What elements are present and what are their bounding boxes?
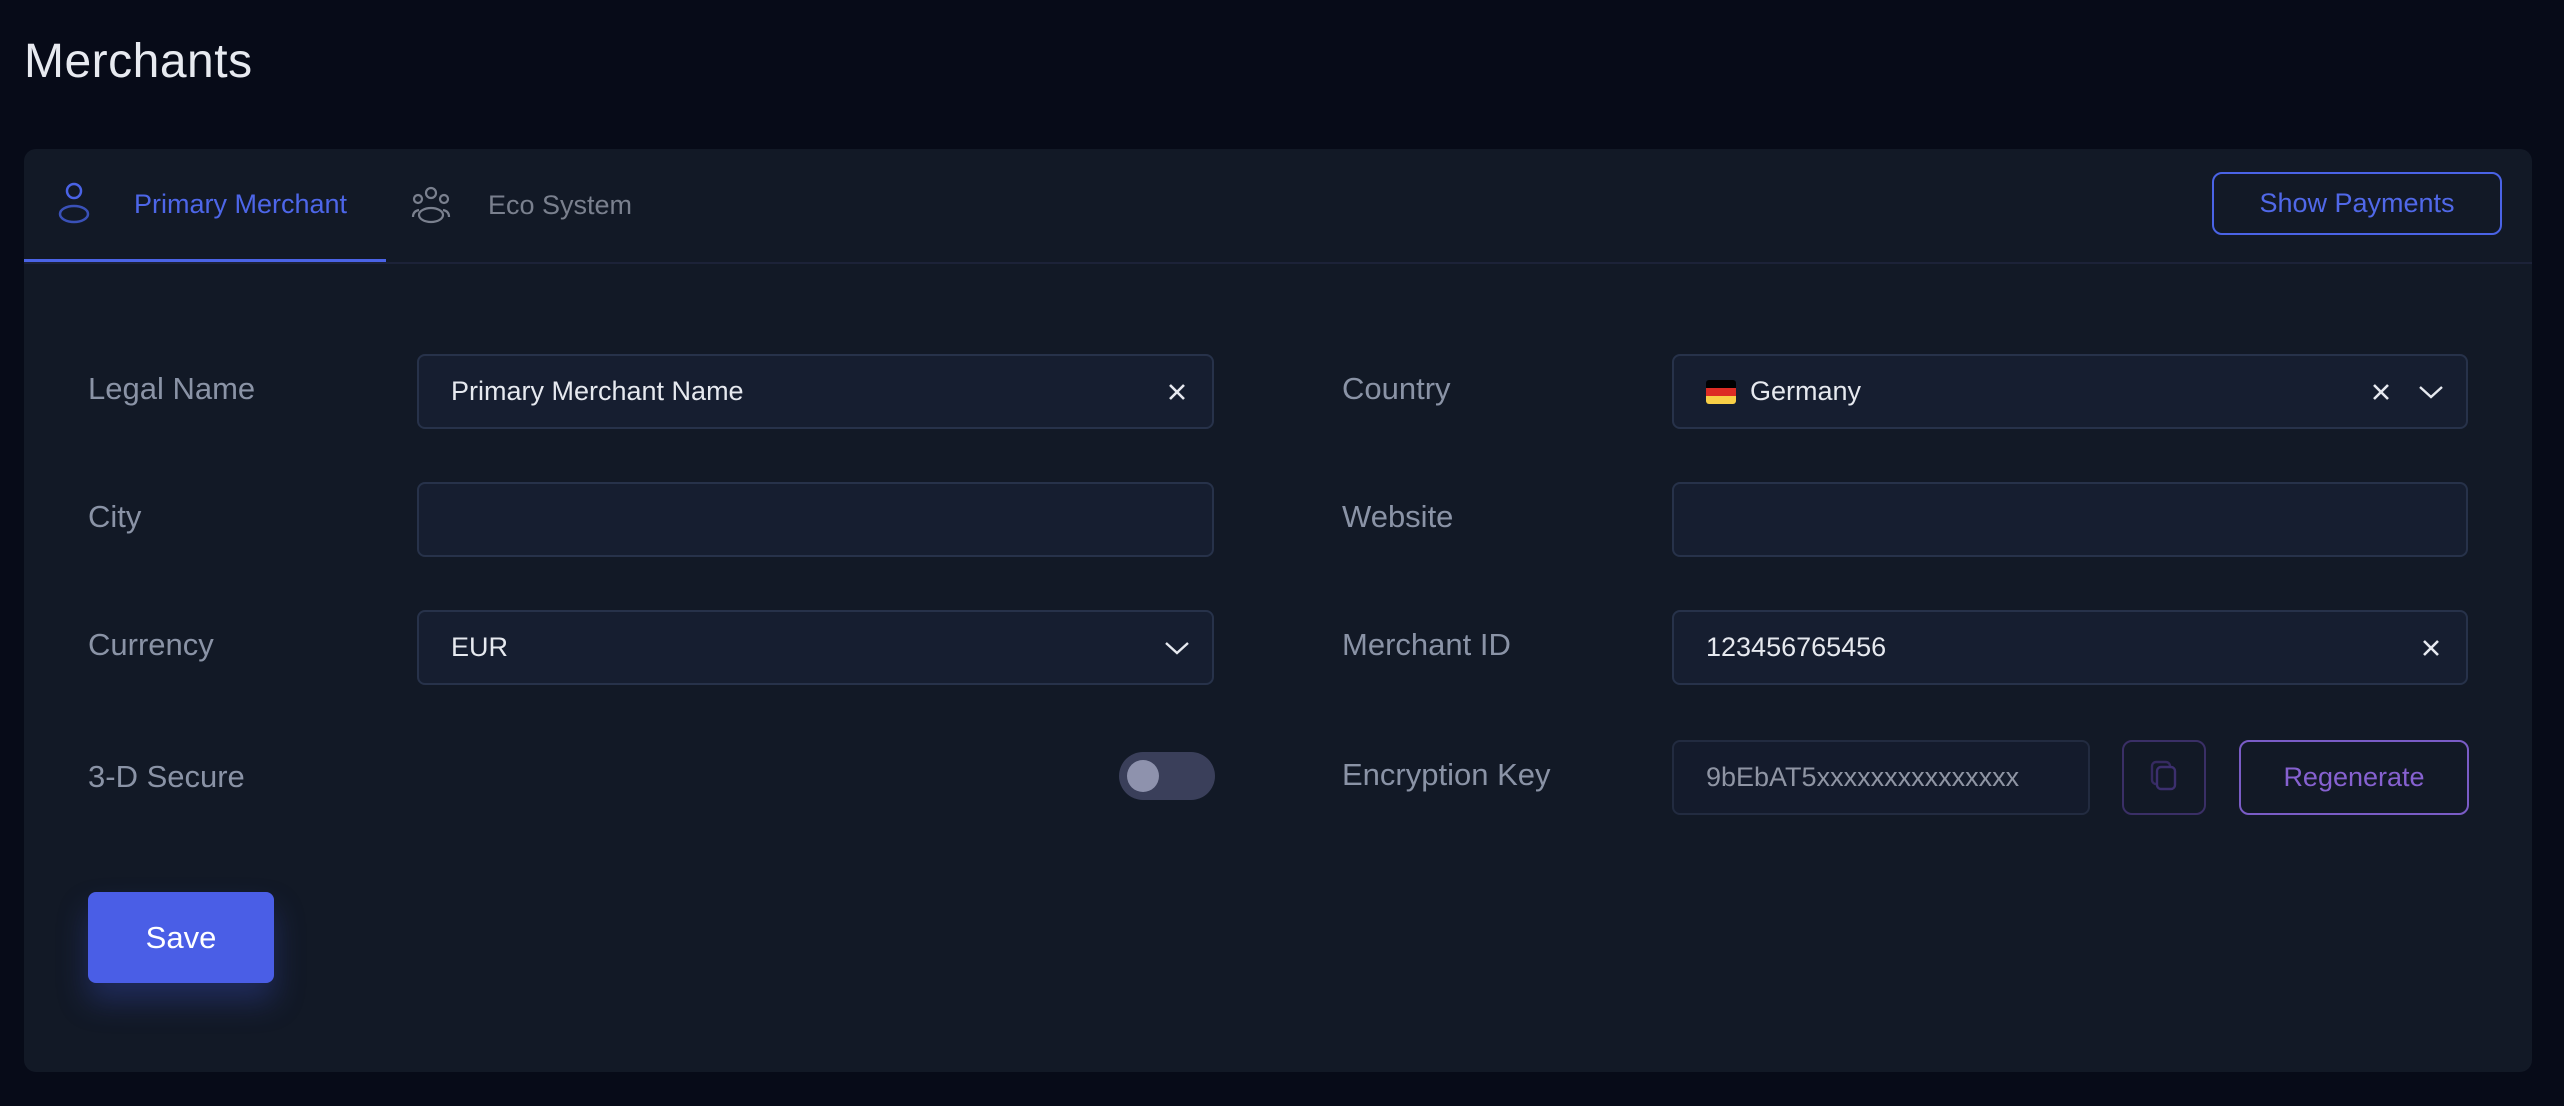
germany-flag-icon bbox=[1706, 379, 1736, 404]
tab-label: Primary Merchant bbox=[134, 188, 348, 219]
country-label: Country bbox=[1342, 371, 1451, 406]
page-title: Merchants bbox=[24, 35, 253, 88]
tab-eco-system[interactable]: Eco System bbox=[408, 149, 632, 262]
city-label: City bbox=[88, 499, 142, 534]
currency-label: Currency bbox=[88, 627, 214, 662]
encryption-key-label: Encryption Key bbox=[1342, 757, 1551, 792]
city-input[interactable] bbox=[451, 504, 1192, 535]
save-button[interactable]: Save bbox=[88, 892, 274, 983]
merchant-card: Primary Merchant Eco System Show Payment… bbox=[24, 149, 2532, 1072]
currency-select[interactable]: EUR bbox=[417, 610, 1214, 685]
regenerate-button[interactable]: Regenerate bbox=[2239, 740, 2469, 815]
merchant-id-input[interactable] bbox=[1706, 632, 2400, 663]
website-field[interactable] bbox=[1672, 482, 2468, 557]
show-payments-button[interactable]: Show Payments bbox=[2212, 172, 2502, 235]
copy-icon bbox=[2149, 759, 2179, 796]
legal-name-input[interactable] bbox=[451, 376, 1146, 407]
legal-name-label: Legal Name bbox=[88, 371, 256, 406]
chevron-down-icon[interactable] bbox=[2416, 377, 2446, 407]
clear-icon[interactable] bbox=[2416, 633, 2446, 663]
city-field[interactable] bbox=[417, 482, 1214, 557]
toggle-knob bbox=[1127, 760, 1159, 792]
legal-name-field[interactable] bbox=[417, 354, 1214, 429]
merchant-id-label: Merchant ID bbox=[1342, 627, 1511, 662]
users-group-icon bbox=[408, 183, 454, 229]
country-select[interactable]: Germany bbox=[1672, 354, 2468, 429]
country-selected-value: Germany bbox=[1750, 376, 1862, 406]
copy-button[interactable] bbox=[2122, 740, 2206, 815]
currency-selected-value: EUR bbox=[451, 632, 509, 662]
three-d-secure-toggle[interactable] bbox=[1119, 752, 1215, 800]
merchant-id-field[interactable] bbox=[1672, 610, 2468, 685]
tab-primary-merchant[interactable]: Primary Merchant bbox=[24, 149, 386, 262]
three-d-secure-label: 3-D Secure bbox=[88, 759, 245, 794]
tab-bar: Primary Merchant Eco System Show Payment… bbox=[24, 149, 2532, 264]
user-icon bbox=[56, 181, 96, 227]
chevron-down-icon[interactable] bbox=[1162, 633, 1192, 663]
website-label: Website bbox=[1342, 499, 1454, 534]
clear-icon[interactable] bbox=[1162, 377, 1192, 407]
encryption-key-field: 9bEbAT5xxxxxxxxxxxxxxx bbox=[1672, 740, 2090, 815]
website-input[interactable] bbox=[1706, 504, 2446, 535]
encryption-key-value: 9bEbAT5xxxxxxxxxxxxxxx bbox=[1706, 762, 2020, 792]
clear-icon[interactable] bbox=[2366, 377, 2396, 407]
tab-label: Eco System bbox=[488, 190, 633, 220]
